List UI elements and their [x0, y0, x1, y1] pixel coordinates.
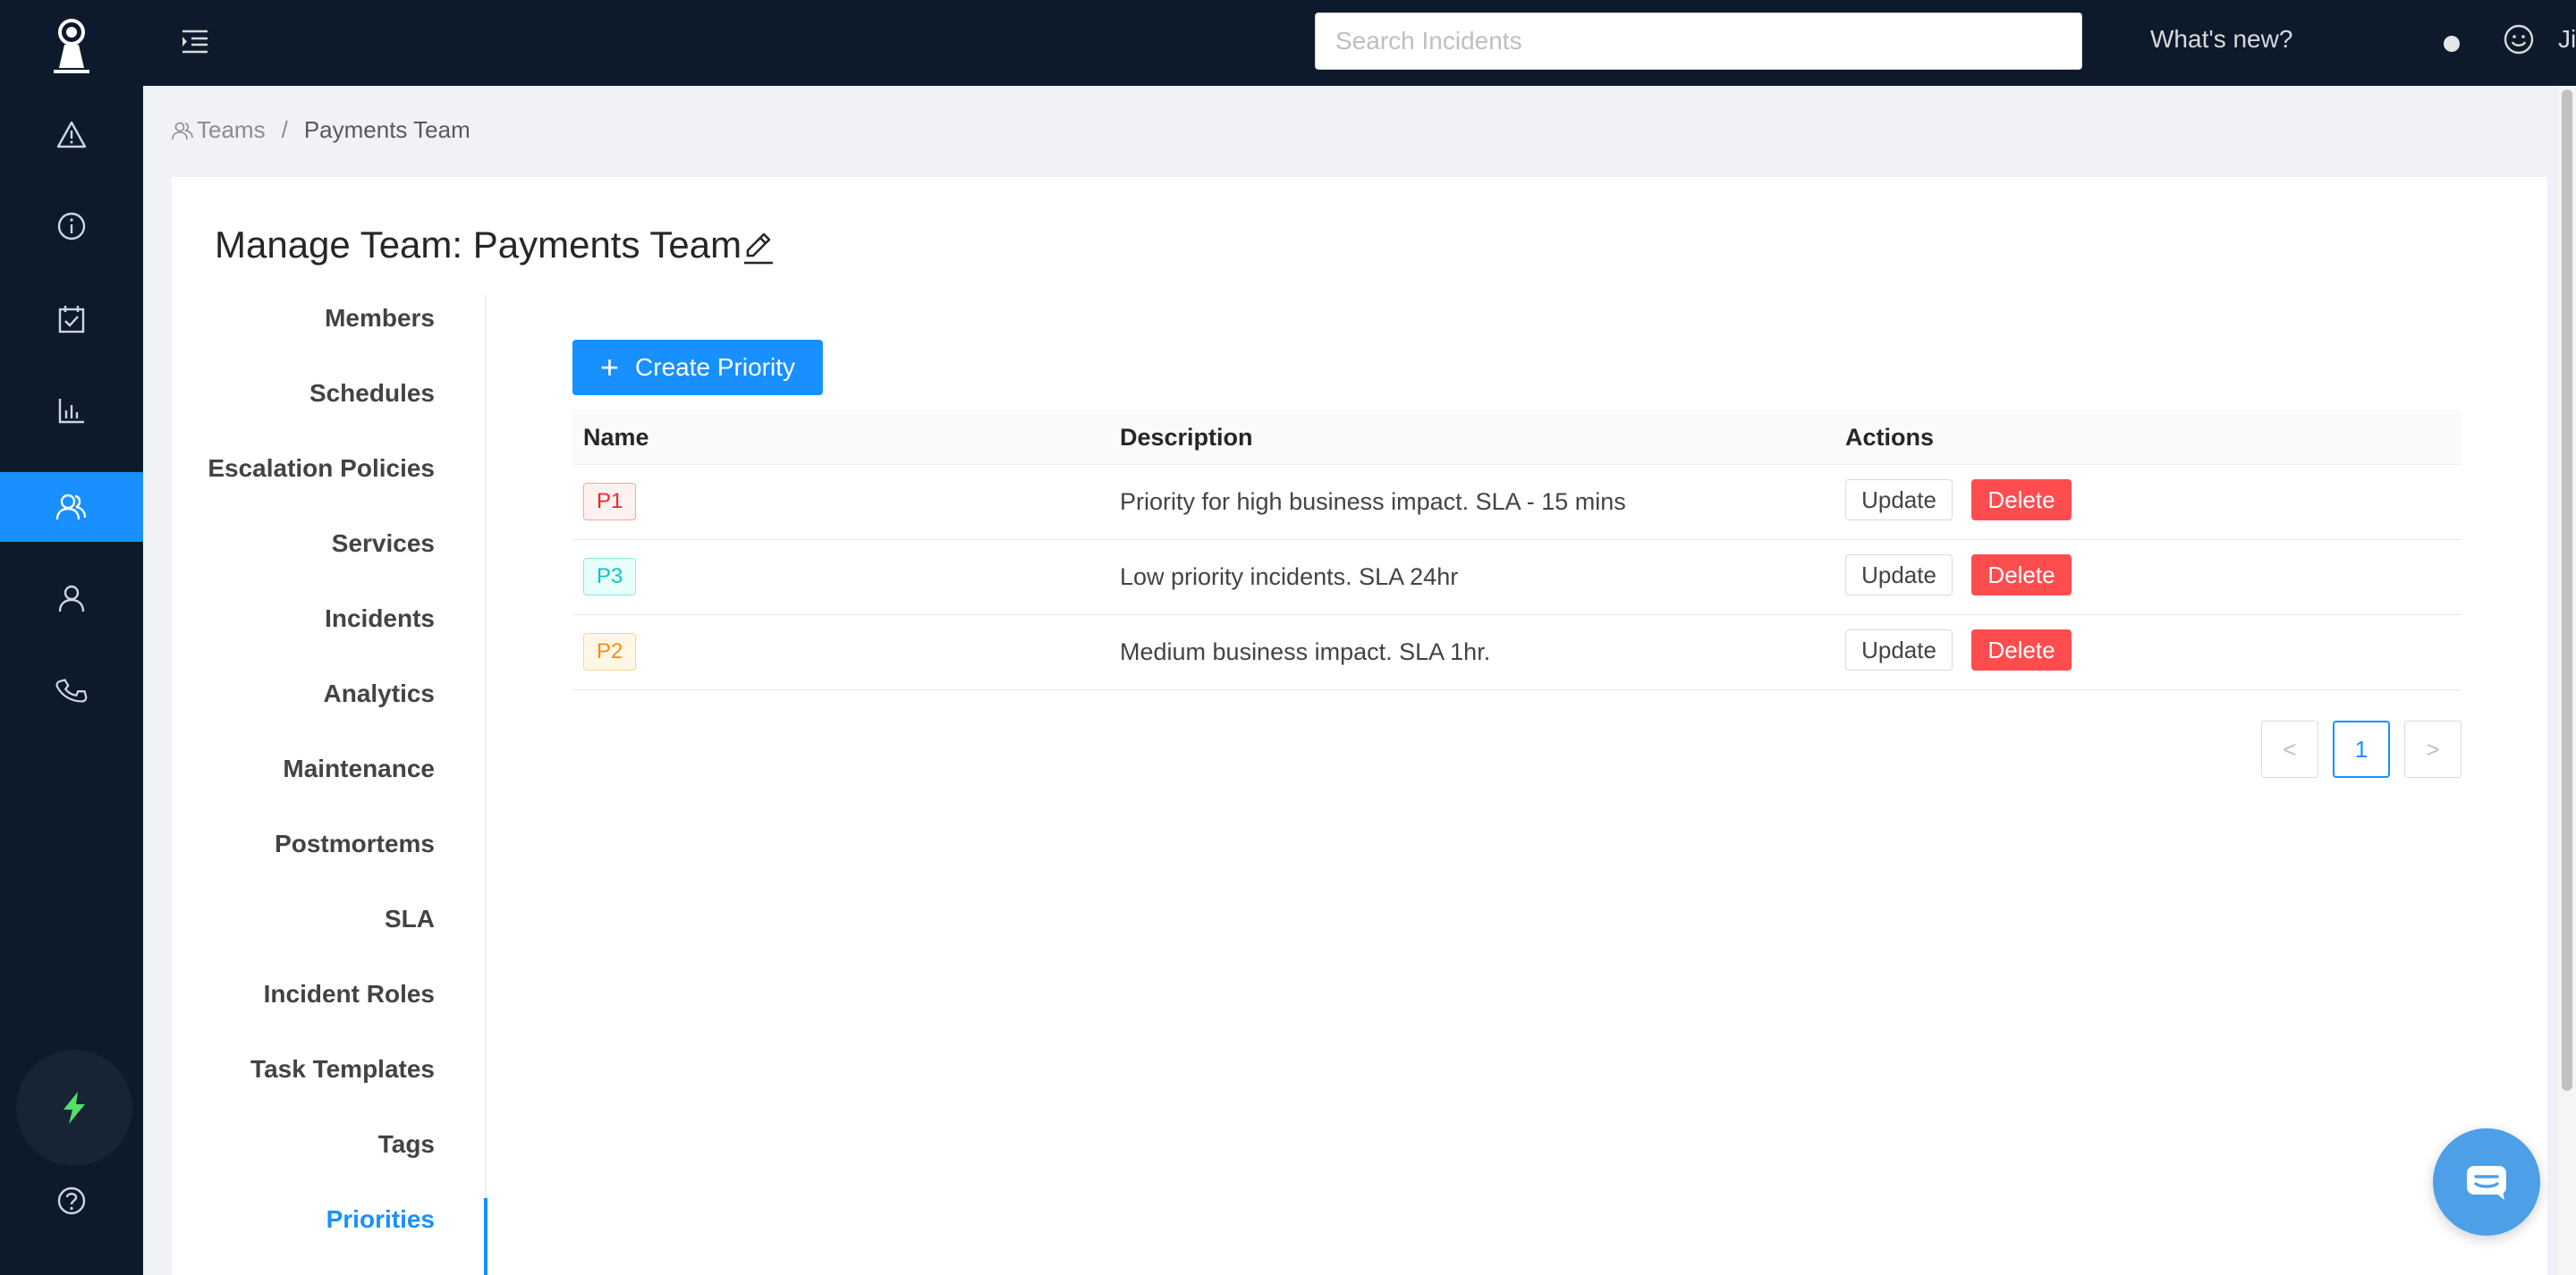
breadcrumb: Teams / Payments Team [172, 116, 470, 144]
menu-item-priorities[interactable]: Priorities [326, 1205, 435, 1234]
left-rail [0, 0, 143, 1275]
scrollbar-thumb[interactable] [2562, 89, 2572, 1091]
column-description: Description [1120, 424, 1253, 451]
help-icon [57, 1186, 86, 1215]
priority-tag: P1 [583, 483, 637, 520]
notification-dot [2444, 36, 2460, 52]
breadcrumb-separator: / [281, 116, 288, 143]
menu-item-incidents[interactable]: Incidents [325, 604, 435, 633]
breadcrumb-teams[interactable]: Teams [197, 116, 266, 144]
menu-collapse-icon[interactable] [177, 23, 213, 59]
table-header: Name Description Actions [572, 410, 2462, 465]
delete-button[interactable]: Delete [1971, 479, 2072, 520]
priority-tag: P2 [583, 633, 637, 671]
quick-action-button[interactable] [16, 1050, 132, 1166]
bar-chart-icon [58, 399, 84, 424]
priority-description: Low priority incidents. SLA 24hr [1120, 563, 1459, 590]
menu-item-postmortems[interactable]: Postmortems [275, 830, 435, 858]
plus-icon: + [600, 349, 620, 385]
update-button[interactable]: Update [1845, 554, 1953, 595]
top-bar: What's new? Jim Halpert [143, 0, 2576, 86]
create-priority-label: Create Priority [635, 353, 795, 381]
menu-item-tags[interactable]: Tags [378, 1130, 435, 1159]
menu-item-task-templates[interactable]: Task Templates [250, 1055, 435, 1084]
menu-item-analytics[interactable]: Analytics [324, 680, 436, 708]
edit-icon[interactable] [739, 227, 778, 266]
breadcrumb-current: Payments Team [303, 116, 470, 143]
nav-analytics[interactable] [0, 376, 143, 445]
menu-item-escalation-policies[interactable]: Escalation Policies [208, 454, 435, 483]
chat-icon [2467, 1166, 2506, 1200]
column-actions: Actions [1845, 424, 1935, 451]
pagination-prev[interactable]: < [2261, 721, 2318, 778]
chat-support-button[interactable] [2433, 1128, 2540, 1236]
user-icon [58, 585, 85, 612]
teams-icon [55, 494, 87, 520]
whats-new-link[interactable]: What's new? [2150, 25, 2292, 54]
user-menu[interactable]: Jim Halpert [2558, 25, 2576, 54]
delete-button[interactable]: Delete [1971, 629, 2072, 671]
create-priority-button[interactable]: + Create Priority [572, 340, 823, 395]
menu-item-incident-roles[interactable]: Incident Roles [264, 980, 435, 1009]
search-input[interactable] [1315, 13, 2082, 70]
page-scrollbar[interactable] [2558, 86, 2576, 1275]
nav-incidents[interactable] [0, 100, 143, 170]
alert-triangle-icon [56, 121, 87, 148]
menu-item-services[interactable]: Services [332, 529, 435, 558]
active-indicator [484, 1198, 487, 1275]
update-button[interactable]: Update [1845, 629, 1953, 671]
priority-description: Medium business impact. SLA 1hr. [1120, 638, 1491, 665]
calendar-check-icon [58, 306, 85, 334]
logo-icon[interactable] [50, 16, 93, 73]
table-row: P3 Low priority incidents. SLA 24hr Update… [572, 540, 2462, 615]
update-button[interactable]: Update [1845, 479, 1953, 520]
delete-button[interactable]: Delete [1971, 554, 2072, 595]
priority-description: Priority for high business impact. SLA -… [1120, 488, 1626, 515]
table-row: P1 Priority for high business impact. SLA… [572, 465, 2462, 540]
phone-icon [55, 679, 88, 703]
nav-teams[interactable] [0, 472, 143, 542]
table-body: P1 Priority for high business impact. SLA… [572, 465, 2462, 690]
nav-info[interactable] [0, 191, 143, 261]
menu-item-sla[interactable]: SLA [385, 905, 435, 933]
page-title: Manage Team: Payments Team [215, 224, 742, 266]
menu-item-maintenance[interactable]: Maintenance [283, 755, 435, 783]
manage-team-card: Manage Team: Payments Team Members Schedu… [172, 177, 2547, 1275]
nav-users[interactable] [0, 563, 143, 633]
pagination-page-1[interactable]: 1 [2333, 721, 2390, 778]
priority-tag: P3 [583, 558, 637, 595]
teams-icon [172, 122, 193, 139]
smile-icon[interactable] [2503, 23, 2535, 55]
column-name: Name [583, 424, 649, 451]
info-icon [57, 212, 86, 241]
menu-item-schedules[interactable]: Schedules [309, 379, 435, 408]
nav-help[interactable] [0, 1166, 143, 1236]
nav-tasks[interactable] [0, 284, 143, 354]
priorities-table: Name Description Actions P1 Priority for … [572, 410, 2462, 690]
pagination-next[interactable]: > [2404, 721, 2462, 778]
nav-oncall[interactable] [0, 656, 143, 726]
lightning-icon [64, 1092, 85, 1124]
team-settings-menu: Members Schedules Escalation Policies Servi… [172, 295, 487, 1275]
table-row: P2 Medium business impact. SLA 1hr. Update… [572, 615, 2462, 690]
menu-item-members[interactable]: Members [325, 304, 435, 333]
